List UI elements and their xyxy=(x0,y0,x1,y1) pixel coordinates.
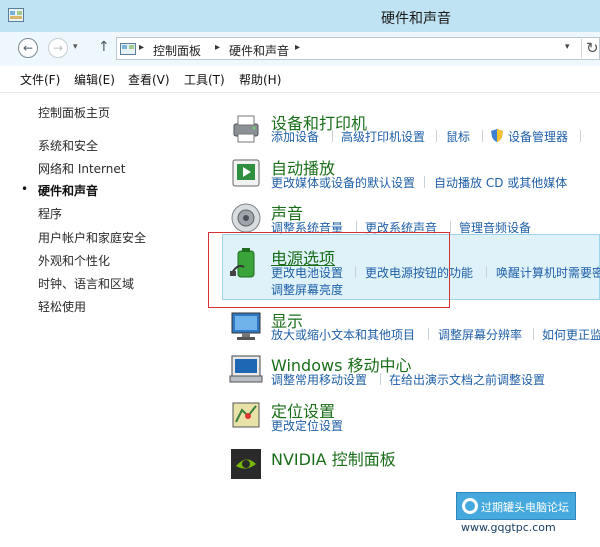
navigation-bar: ← → ▾ ↑ ▸ 控制面板 ▸ 硬件和声音 ▸ ▾ ↻ xyxy=(0,32,600,66)
refresh-button[interactable]: ↻ xyxy=(581,39,599,58)
menu-help[interactable]: 帮助(H) xyxy=(239,71,281,88)
forward-button[interactable]: → xyxy=(48,38,68,58)
sidebar-item-appearance[interactable]: 外观和个性化 xyxy=(38,252,110,269)
sidebar-item-clock-language[interactable]: 时钟、语言和区域 xyxy=(38,275,134,292)
sidebar-item-user-accounts[interactable]: 用户帐户和家庭安全 xyxy=(38,229,146,246)
breadcrumb-separator-icon: ▸ xyxy=(139,42,145,53)
link-separator xyxy=(486,266,487,278)
link-separator xyxy=(580,130,581,142)
breadcrumb-separator-icon: ▸ xyxy=(215,42,221,53)
link-change-media-defaults[interactable]: 更改媒体或设备的默认设置 xyxy=(271,174,415,191)
mobility-center-icon xyxy=(229,355,263,383)
category-title-nvidia[interactable]: NVIDIA 控制面板 xyxy=(271,446,396,470)
breadcrumb-control-panel[interactable]: 控制面板 xyxy=(153,42,201,59)
menu-file[interactable]: 文件(F) xyxy=(20,71,60,88)
link-separator xyxy=(380,373,381,385)
control-panel-app-icon xyxy=(8,8,24,22)
link-require-password-on-wake[interactable]: 唤醒计算机时需要密 xyxy=(496,264,600,281)
link-adjust-mobility-settings[interactable]: 调整常用移动设置 xyxy=(271,371,367,388)
sidebar-home-link[interactable]: 控制面板主页 xyxy=(38,104,110,121)
link-add-device[interactable]: 添加设备 xyxy=(271,128,319,145)
nvidia-icon xyxy=(231,449,261,479)
current-item-bullet-icon: • xyxy=(21,182,29,196)
control-panel-icon xyxy=(120,43,136,55)
menu-bar: 文件(F) 编辑(E) 查看(V) 工具(T) 帮助(H) xyxy=(0,66,600,93)
link-separator xyxy=(332,130,333,142)
sidebar-item-hardware-sound: 硬件和声音 xyxy=(38,184,99,198)
sidebar-item-network[interactable]: 网络和 Internet xyxy=(38,160,125,177)
autoplay-icon xyxy=(232,159,260,187)
link-change-location-settings[interactable]: 更改定位设置 xyxy=(271,417,343,434)
speaker-icon xyxy=(231,203,261,233)
menu-view[interactable]: 查看(V) xyxy=(128,71,170,88)
sidebar-item-programs[interactable]: 程序 xyxy=(38,205,62,222)
link-separator xyxy=(436,130,437,142)
address-bar[interactable]: ▸ 控制面板 ▸ 硬件和声音 ▸ ▾ ↻ xyxy=(116,37,600,60)
link-separator xyxy=(424,176,425,188)
sidebar-item-system-security[interactable]: 系统和安全 xyxy=(38,137,98,154)
forum-watermark: 过期罐头电脑论坛 xyxy=(456,492,576,520)
back-button[interactable]: ← xyxy=(18,38,38,58)
menu-edit[interactable]: 编辑(E) xyxy=(74,71,115,88)
display-icon xyxy=(231,312,261,340)
link-separator xyxy=(450,221,451,233)
sidebar-item-ease-of-access[interactable]: 轻松使用 xyxy=(38,298,86,315)
link-separator xyxy=(533,328,534,340)
link-separator xyxy=(428,328,429,340)
link-adjust-resolution[interactable]: 调整屏幕分辨率 xyxy=(438,326,522,343)
menu-tools[interactable]: 工具(T) xyxy=(184,71,225,88)
sidebar: 控制面板主页 系统和安全 网络和 Internet • 硬件和声音 程序 用户帐… xyxy=(0,92,210,547)
up-button[interactable]: ↑ xyxy=(98,39,110,55)
location-icon xyxy=(232,402,260,428)
link-zoom-text[interactable]: 放大或缩小文本和其他项目 xyxy=(271,326,415,343)
watermark-url: www.gqgtpc.com xyxy=(461,521,556,534)
recent-locations-dropdown[interactable]: ▾ xyxy=(73,42,78,52)
shield-icon xyxy=(491,129,503,142)
link-presentation-settings[interactable]: 在给出演示文档之前调整设置 xyxy=(389,371,545,388)
address-dropdown-button[interactable]: ▾ xyxy=(565,42,570,52)
link-mouse[interactable]: 鼠标 xyxy=(446,128,470,145)
breadcrumb-separator-icon: ▸ xyxy=(295,42,301,53)
breadcrumb-hardware-sound[interactable]: 硬件和声音 xyxy=(229,42,289,59)
annotation-red-frame xyxy=(208,232,450,308)
watermark-logo-icon xyxy=(462,498,478,514)
link-correct-monitor[interactable]: 如何更正监视 xyxy=(542,326,600,343)
link-device-manager[interactable]: 设备管理器 xyxy=(508,128,568,145)
watermark-text: 过期罐头电脑论坛 xyxy=(481,501,569,514)
window-title: 硬件和声音 xyxy=(381,11,451,27)
link-separator xyxy=(482,130,483,142)
printer-icon xyxy=(233,115,259,143)
link-autoplay-cd[interactable]: 自动播放 CD 或其他媒体 xyxy=(434,174,567,191)
link-advanced-printer-settings[interactable]: 高级打印机设置 xyxy=(341,128,425,145)
title-bar: 硬件和声音 xyxy=(0,0,600,32)
link-manage-audio-devices[interactable]: 管理音频设备 xyxy=(459,219,531,236)
